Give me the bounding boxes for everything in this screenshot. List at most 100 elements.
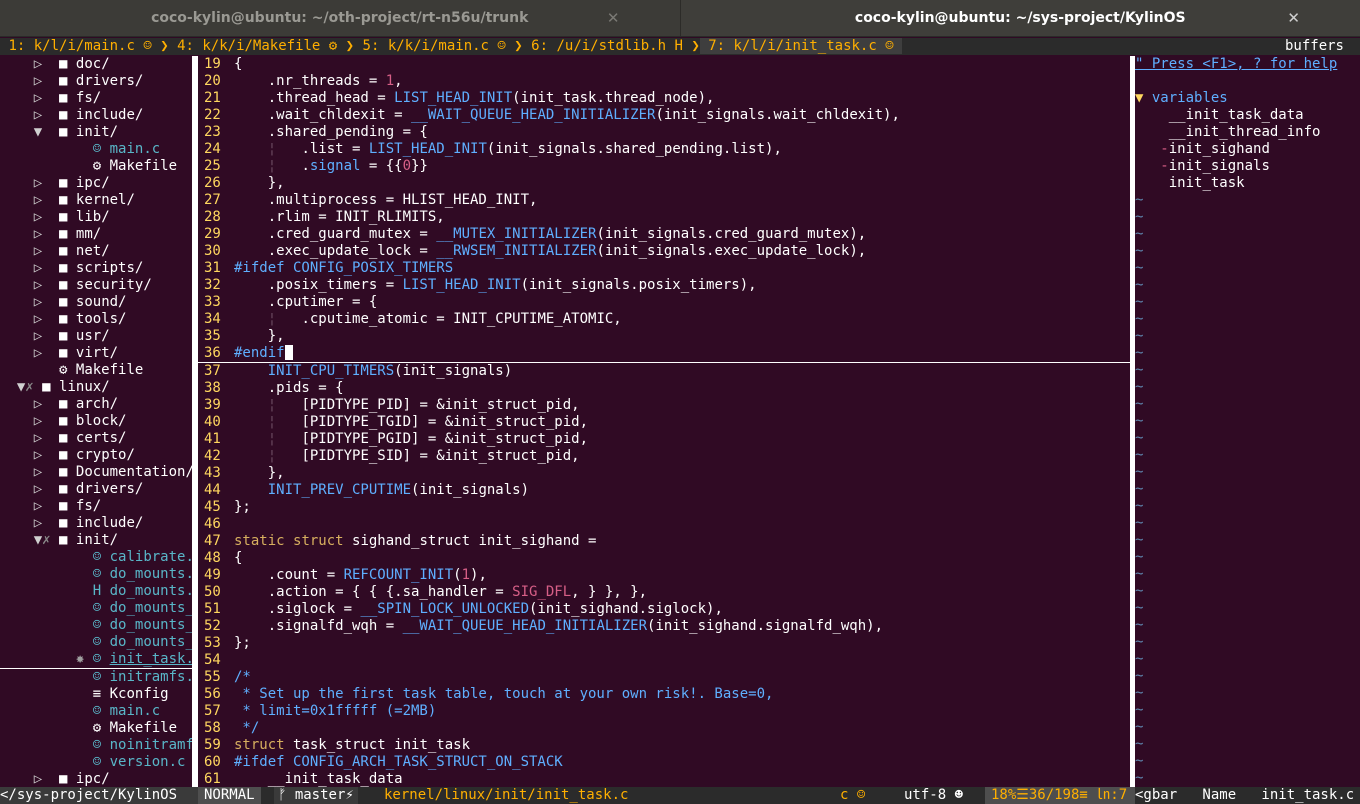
- buffer-tab[interactable]: 5: k/k/i/main.c ☺: [354, 38, 514, 54]
- tree-file[interactable]: ☺ version.c: [0, 754, 192, 771]
- code-line[interactable]: 44 INIT_PREV_CPUTIME(init_signals): [198, 482, 1130, 499]
- close-icon[interactable]: ✕: [607, 9, 620, 27]
- collapsed-arrow-icon[interactable]: ▷: [34, 481, 42, 497]
- collapsed-arrow-icon[interactable]: ▷: [34, 311, 42, 327]
- tree-file[interactable]: ☺ main.c: [0, 141, 192, 158]
- code-line[interactable]: 42 ¦ [PIDTYPE_SID] = &init_struct_pid,: [198, 448, 1130, 465]
- collapsed-arrow-icon[interactable]: ▷: [34, 447, 42, 463]
- expanded-arrow-icon[interactable]: ▼: [34, 532, 42, 548]
- expanded-arrow-icon[interactable]: ▼: [34, 124, 42, 140]
- tagbar-item[interactable]: -init_sighand: [1135, 141, 1360, 158]
- tree-folder[interactable]: ▷ ■ security/: [0, 277, 192, 294]
- code-line[interactable]: 30 .exec_update_lock = __RWSEM_INITIALIZ…: [198, 243, 1130, 260]
- collapsed-arrow-icon[interactable]: ▷: [34, 73, 42, 89]
- tree-folder[interactable]: ▷ ■ fs/: [0, 498, 192, 515]
- code-line[interactable]: 29 .cred_guard_mutex = __MUTEX_INITIALIZ…: [198, 226, 1130, 243]
- code-line[interactable]: 38 .pids = {: [198, 380, 1130, 397]
- code-line[interactable]: 20 .nr_threads = 1,: [198, 73, 1130, 90]
- tagbar-item[interactable]: init_task: [1135, 175, 1360, 192]
- collapsed-arrow-icon[interactable]: ▷: [34, 226, 42, 242]
- tree-folder[interactable]: ▷ ■ ipc/: [0, 175, 192, 192]
- tagbar-help[interactable]: " Press <F1>, ? for help: [1135, 56, 1360, 73]
- collapsed-arrow-icon[interactable]: ▷: [34, 413, 42, 429]
- tree-file[interactable]: ✸ ☺ init_task.c: [0, 651, 192, 669]
- collapsed-arrow-icon[interactable]: ▷: [34, 498, 42, 514]
- tree-folder[interactable]: ▷ ■ mm/: [0, 226, 192, 243]
- code-line[interactable]: 36 #endif: [198, 345, 1130, 363]
- tree-file[interactable]: ≡ Kconfig: [0, 686, 192, 703]
- tree-folder[interactable]: ▷ ■ net/: [0, 243, 192, 260]
- buffer-tab[interactable]: 1: k/l/i/main.c ☺: [0, 38, 160, 54]
- tree-folder[interactable]: ▷ ■ doc/: [0, 56, 192, 73]
- buffer-tab[interactable]: 4: k/k/i/Makefile ⚙: [169, 38, 346, 54]
- collapsed-arrow-icon[interactable]: ▷: [34, 277, 42, 293]
- buffer-tab[interactable]: 7: k/l/i/init_task.c ☺: [699, 38, 903, 54]
- code-line[interactable]: 54: [198, 652, 1130, 669]
- code-line[interactable]: 57 * limit=0x1fffff (=2MB): [198, 703, 1130, 720]
- tree-folder[interactable]: ▼✗ ■ init/: [0, 532, 192, 549]
- tree-folder[interactable]: ▼ ■ init/: [0, 124, 192, 141]
- code-line[interactable]: 55 /*: [198, 669, 1130, 686]
- tree-folder[interactable]: ▷ ■ crypto/: [0, 447, 192, 464]
- code-line[interactable]: 35 },: [198, 328, 1130, 345]
- collapsed-arrow-icon[interactable]: ▷: [34, 294, 42, 310]
- tree-file[interactable]: ☺ do_mounts_in: [0, 600, 192, 617]
- collapsed-arrow-icon[interactable]: ▷: [34, 464, 42, 480]
- code-line[interactable]: 59 struct task_struct init_task: [198, 737, 1130, 754]
- collapsed-arrow-icon[interactable]: ▷: [34, 430, 42, 446]
- code-line[interactable]: 27 .multiprocess = HLIST_HEAD_INIT,: [198, 192, 1130, 209]
- tree-file[interactable]: ⚙ Makefile: [0, 720, 192, 737]
- collapsed-arrow-icon[interactable]: ▷: [34, 107, 42, 123]
- terminal-tab-oth-project[interactable]: coco-kylin@ubuntu: ~/oth-project/rt-n56u…: [0, 0, 681, 36]
- tree-file[interactable]: ☺ do_mounts.c: [0, 566, 192, 583]
- collapsed-arrow-icon[interactable]: ▷: [34, 175, 42, 191]
- code-line[interactable]: 19 {: [198, 56, 1130, 73]
- code-line[interactable]: 37 INIT_CPU_TIMERS(init_signals): [198, 363, 1130, 380]
- collapsed-arrow-icon[interactable]: ▷: [34, 243, 42, 259]
- tagbar-item[interactable]: __init_task_data: [1135, 107, 1360, 124]
- tree-folder[interactable]: ▷ ■ include/: [0, 107, 192, 124]
- collapsed-arrow-icon[interactable]: ▷: [34, 771, 42, 787]
- collapsed-arrow-icon[interactable]: ▷: [34, 209, 42, 225]
- tree-folder[interactable]: ▷ ■ ipc/: [0, 771, 192, 787]
- code-line[interactable]: 28 .rlim = INIT_RLIMITS,: [198, 209, 1130, 226]
- code-line[interactable]: 61 __init_task_data: [198, 771, 1130, 787]
- code-line[interactable]: 43 },: [198, 465, 1130, 482]
- tree-folder[interactable]: ▷ ■ fs/: [0, 90, 192, 107]
- code-line[interactable]: 47 static struct sighand_struct init_sigh…: [198, 533, 1130, 550]
- tree-file[interactable]: ☺ initramfs.c: [0, 669, 192, 686]
- tree-folder[interactable]: ▷ ■ certs/: [0, 430, 192, 447]
- tree-folder[interactable]: ▷ ■ block/: [0, 413, 192, 430]
- code-line[interactable]: 45};: [198, 499, 1130, 516]
- tree-folder[interactable]: ▷ ■ usr/: [0, 328, 192, 345]
- code-line[interactable]: 60 #ifdef CONFIG_ARCH_TASK_STRUCT_ON_STAC…: [198, 754, 1130, 771]
- code-line[interactable]: 50 .action = { { {.sa_handler = SIG_DFL,…: [198, 584, 1130, 601]
- code-line[interactable]: 56 * Set up the first task table, touch …: [198, 686, 1130, 703]
- code-line[interactable]: 40 ¦ [PIDTYPE_TGID] = &init_struct_pid,: [198, 414, 1130, 431]
- collapsed-arrow-icon[interactable]: ▷: [34, 328, 42, 344]
- code-line[interactable]: 32 .posix_timers = LIST_HEAD_INIT(init_s…: [198, 277, 1130, 294]
- code-line[interactable]: 26 },: [198, 175, 1130, 192]
- collapsed-arrow-icon[interactable]: ▷: [34, 56, 42, 72]
- tree-folder[interactable]: ▷ ■ arch/: [0, 396, 192, 413]
- code-line[interactable]: 39 ¦ [PIDTYPE_PID] = &init_struct_pid,: [198, 397, 1130, 414]
- code-line[interactable]: 53};: [198, 635, 1130, 652]
- code-line[interactable]: 21 .thread_head = LIST_HEAD_INIT(init_ta…: [198, 90, 1130, 107]
- code-line[interactable]: 48 {: [198, 550, 1130, 567]
- tree-file[interactable]: ☺ do_mounts_md: [0, 617, 192, 634]
- code-line[interactable]: 51 .siglock = __SPIN_LOCK_UNLOCKED(init_…: [198, 601, 1130, 618]
- collapsed-arrow-icon[interactable]: ▷: [34, 515, 42, 531]
- close-icon[interactable]: ✕: [1287, 9, 1300, 27]
- tagbar-item[interactable]: __init_thread_info: [1135, 124, 1360, 141]
- tree-folder[interactable]: ▷ ■ Documentation/: [0, 464, 192, 481]
- tree-folder[interactable]: ▷ ■ kernel/: [0, 192, 192, 209]
- collapsed-arrow-icon[interactable]: ▷: [34, 345, 42, 361]
- tagbar-item[interactable]: -init_signals: [1135, 158, 1360, 175]
- code-line[interactable]: 33 .cputimer = {: [198, 294, 1130, 311]
- collapsed-arrow-icon[interactable]: ▷: [34, 90, 42, 106]
- tree-file[interactable]: ☺ calibrate.c: [0, 549, 192, 566]
- tree-file[interactable]: H do_mounts.h: [0, 583, 192, 600]
- tree-file[interactable]: ⚙ Makefile: [0, 362, 192, 379]
- tagbar-category-variables[interactable]: ▼ variables: [1135, 90, 1360, 107]
- tree-file[interactable]: ☺ noinitramfs.: [0, 737, 192, 754]
